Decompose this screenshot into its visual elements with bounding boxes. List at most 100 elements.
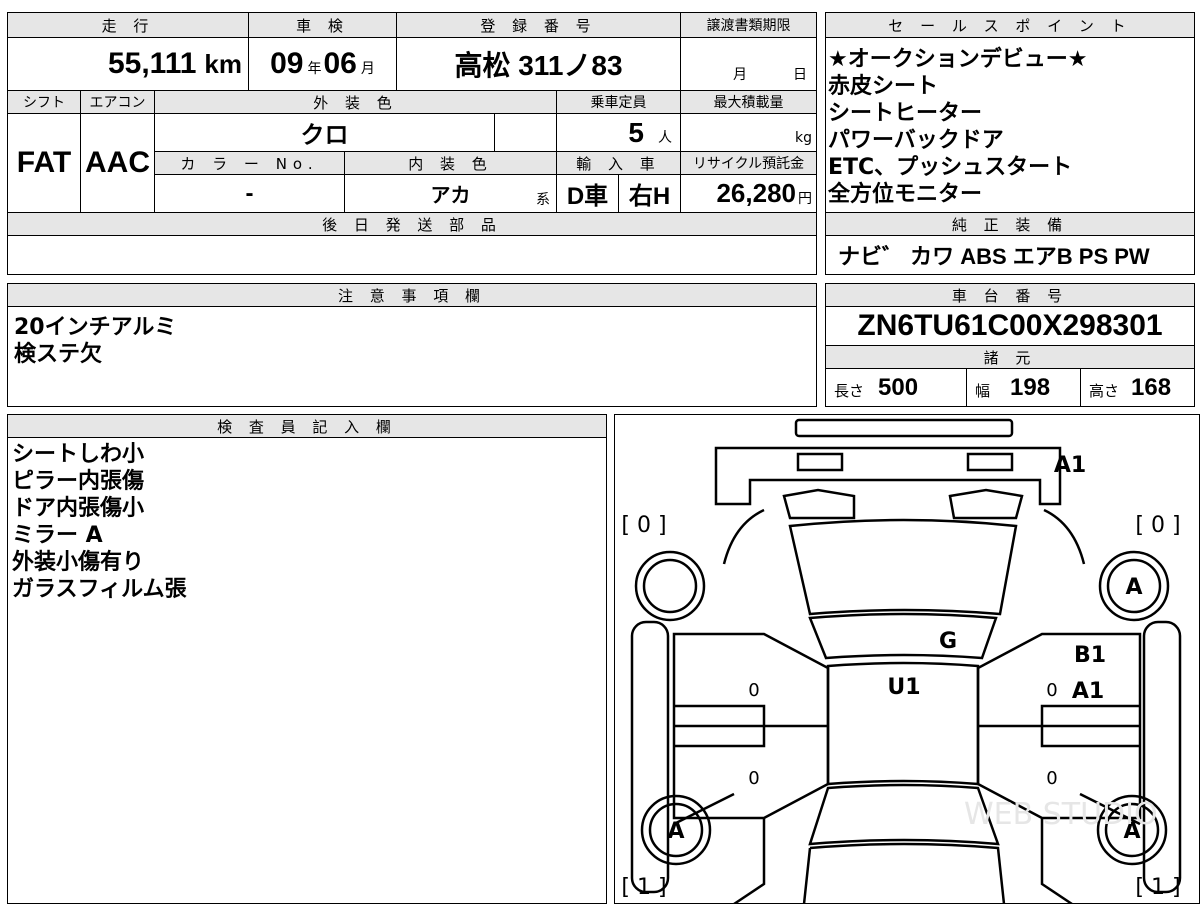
divider <box>8 235 816 236</box>
registration-number: 高松 311ノ83 <box>454 50 623 81</box>
divider <box>826 235 1194 236</box>
shaken-year: 09 <box>270 47 304 80</box>
max-load-value: kg <box>680 114 816 151</box>
mileage-number: 55,111 <box>107 47 197 80</box>
notes-list: 20インチアルミ 検ステ欠 <box>14 314 176 368</box>
exterior-color-value: クロ <box>154 114 494 151</box>
divider <box>8 437 606 438</box>
aircon-header: エアコン <box>80 91 154 113</box>
spec-length: 長さ 500 <box>826 369 966 406</box>
inspector-note-item: 外装小傷有り <box>12 550 145 575</box>
sales-point-item: 全方位モニター <box>828 182 983 207</box>
width-value: 198 <box>1010 373 1051 401</box>
sales-point-list: ★オークションデビュー★ 赤皮シート シートヒーター パワーバックドア ETC、… <box>828 46 1192 208</box>
steering-value: 右H <box>618 175 680 212</box>
inspector-note-item: ガラスフィルム張 <box>12 577 187 602</box>
capacity-number: 5 <box>628 116 644 148</box>
recycle-header: リサイクル預託金 <box>680 152 816 174</box>
sales-point-item: 赤皮シート <box>828 74 939 99</box>
interior-color-value: アカ <box>344 175 556 212</box>
max-load-unit: kg <box>795 129 812 146</box>
exterior-color-text: クロ <box>300 122 349 149</box>
mileage-unit: km <box>204 48 242 79</box>
mark-right-door-1: B1 <box>1074 643 1106 668</box>
tire-tr: [ 0 ] <box>1135 513 1180 538</box>
inspector-note-item: ピラー内張傷 <box>12 469 145 494</box>
shaken-header: 車 検 <box>248 13 396 37</box>
spec-width: 幅 198 <box>966 369 1080 406</box>
zero-left-upper: 0 <box>748 680 759 701</box>
exterior-color-extra <box>494 114 556 151</box>
month-unit: 月 <box>360 61 375 77</box>
mark-rear-top: A1 <box>1054 453 1086 478</box>
genuine-equipment-value: ナビ゛ カワ ABS エアB PS PW <box>838 237 1188 273</box>
genuine-equipment-text: ナビ゛ カワ ABS エアB PS PW <box>838 244 1150 269</box>
registration-header: 登 録 番 号 <box>396 13 680 37</box>
sales-point-item: ★オークションデビュー★ <box>828 47 1088 72</box>
recycle-unit: 円 <box>798 190 812 207</box>
import-type-value: D車 <box>556 175 618 212</box>
recycle-number: 26,280 <box>716 178 796 208</box>
genuine-equipment-header: 純 正 装 備 <box>826 213 1194 235</box>
specs-header: 諸 元 <box>826 346 1194 368</box>
sales-point-header: セ ー ル ス ポ イ ン ト <box>826 13 1194 37</box>
aircon-value: AAC <box>80 114 154 212</box>
capacity-value: 5 人 <box>556 114 680 151</box>
mark-roof: U1 <box>887 675 920 700</box>
wheel-bl: A <box>667 819 684 844</box>
height-value: 168 <box>1131 373 1172 401</box>
transfer-deadline-value: 月 日 <box>680 38 816 90</box>
shaken-value: 09 年 06 月 <box>248 38 396 90</box>
capacity-unit: 人 <box>658 129 672 146</box>
car-diagram: A1 [ 0 ] [ 0 ] [ 1 ] [ 1 ] A A A G U1 B1… <box>621 418 1182 904</box>
tire-br: [ 1 ] <box>1135 875 1180 900</box>
sales-point-item: パワーバックドア <box>828 128 1004 153</box>
wheel-tr: A <box>1125 575 1142 600</box>
inspector-note-item: ドア内張傷小 <box>12 496 145 521</box>
shift-value: FAT <box>8 114 80 212</box>
inspector-notes-list: シートしわ小 ピラー内張傷 ドア内張傷小 ミラー A 外装小傷有り ガラスフィル… <box>12 441 187 603</box>
inspector-header: 検 査 員 記 入 欄 <box>8 415 606 437</box>
shift-header: シフト <box>8 91 80 113</box>
zero-left-lower: 0 <box>748 768 759 789</box>
inspector-note-item: シートしわ小 <box>12 442 145 467</box>
transfer-month: 月 <box>733 67 747 83</box>
inspector-note-item: ミラー A <box>12 523 103 548</box>
color-no-text: - <box>245 179 254 207</box>
height-label: 高さ <box>1089 382 1120 400</box>
length-value: 500 <box>878 373 919 401</box>
spec-height: 高さ 168 <box>1080 369 1194 406</box>
mileage-value: 55,111 km <box>8 38 248 90</box>
mark-right-door-2: A1 <box>1072 679 1104 704</box>
transfer-deadline-header: 譲渡書類期限 <box>680 13 816 37</box>
length-label: 長さ <box>834 382 865 400</box>
watermark: WEB STUDIO <box>964 797 1158 832</box>
note-item: 20インチアルミ <box>14 315 177 340</box>
later-parts-header: 後 日 発 送 部 品 <box>8 213 816 235</box>
import-type-text: D車 <box>566 183 609 210</box>
transfer-day: 日 <box>793 67 807 83</box>
mark-glass: G <box>939 629 957 654</box>
shaken-month: 06 <box>323 47 357 80</box>
max-load-header: 最大積載量 <box>680 91 816 113</box>
divider <box>8 306 816 307</box>
color-no-header: カ ラ ー No. <box>154 152 344 174</box>
interior-suffix: 系 <box>536 192 550 208</box>
sales-point-item: シートヒーター <box>828 101 983 126</box>
color-no-value: - <box>154 175 344 212</box>
shift-text: FAT <box>16 146 72 179</box>
chassis-header: 車 台 番 号 <box>826 284 1194 306</box>
chassis-number: ZN6TU61C00X298301 <box>857 309 1163 342</box>
exterior-color-header: 外 装 色 <box>154 91 556 113</box>
interior-color-text: アカ <box>430 185 471 207</box>
aircon-text: AAC <box>85 146 150 179</box>
zero-right-upper: 0 <box>1046 680 1057 701</box>
note-item: 検ステ欠 <box>14 342 103 367</box>
steering-text: 右H <box>628 183 671 210</box>
year-unit: 年 <box>307 61 322 77</box>
interior-color-header: 内 装 色 <box>344 152 556 174</box>
capacity-header: 乗車定員 <box>556 91 680 113</box>
notes-header: 注 意 事 項 欄 <box>8 284 816 306</box>
sales-point-item: ETC、プッシュスタート <box>828 155 1073 180</box>
zero-right-lower: 0 <box>1046 768 1057 789</box>
